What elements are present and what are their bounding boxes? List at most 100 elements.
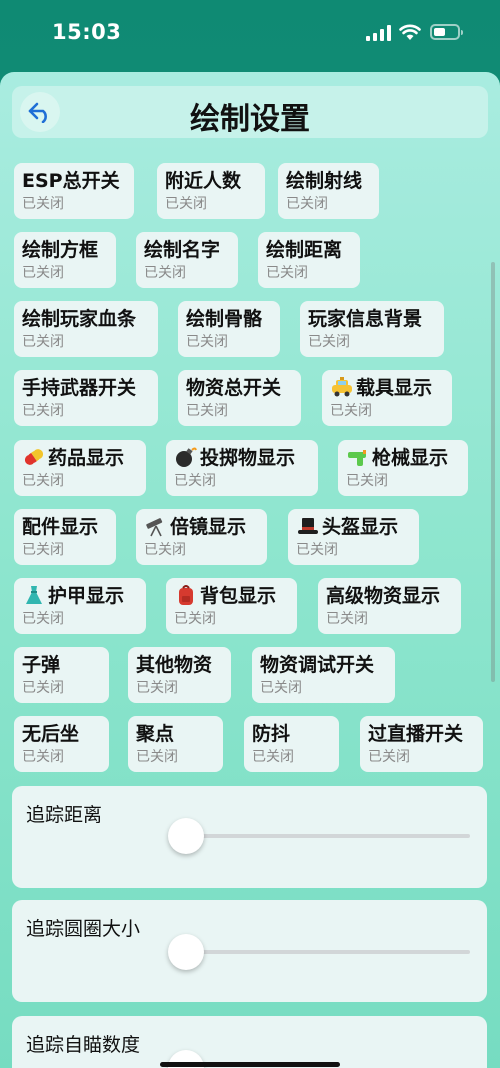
toggle-label: 过直播开关 (368, 722, 483, 746)
toggle-label-text: 绘制距离 (266, 239, 343, 261)
toggle-label: 绘制射线 (286, 169, 379, 193)
status-time: 15:03 (52, 20, 122, 44)
toggle-tile[interactable]: 绘制距离 已关闭 (258, 232, 360, 288)
toggle-tile[interactable]: 倍镜显示 已关闭 (136, 509, 267, 565)
status-bar: 15:03 (0, 0, 500, 70)
toggle-label: 枪械显示 (346, 446, 468, 470)
wifi-icon (399, 24, 421, 40)
toggle-tile[interactable]: 绘制玩家血条 已关闭 (14, 301, 158, 357)
taxi-icon (332, 377, 352, 397)
toggle-state: 已关闭 (22, 473, 64, 489)
toggle-tile[interactable]: 过直播开关 已关闭 (360, 716, 483, 772)
toggle-tile[interactable]: 绘制射线 已关闭 (278, 163, 379, 219)
toggle-label-text: 护甲显示 (48, 585, 125, 607)
toggle-tile[interactable]: 配件显示 已关闭 (14, 509, 116, 565)
toggle-label-text: 附近人数 (165, 170, 242, 192)
toggle-label: 药品显示 (22, 446, 146, 470)
toggle-state: 已关闭 (22, 403, 64, 419)
toggle-state: 已关闭 (368, 749, 410, 765)
toggle-label-text: 头盔显示 (322, 516, 399, 538)
toggle-tile[interactable]: 头盔显示 已关闭 (288, 509, 419, 565)
toggle-label-text: 玩家信息背景 (308, 308, 423, 330)
toggle-label: 倍镜显示 (144, 515, 267, 539)
toggle-state: 已关闭 (326, 611, 368, 627)
toggle-label-text: 过直播开关 (368, 723, 464, 745)
toggle-label: 投掷物显示 (174, 446, 318, 470)
toggle-state: 已关闭 (22, 749, 64, 765)
toggle-label: 头盔显示 (296, 515, 419, 539)
header-bar: 绘制设置 (12, 86, 488, 138)
toggle-label-text: 绘制玩家血条 (22, 308, 137, 330)
toggle-label: 其他物资 (136, 653, 231, 677)
cellular-signal-icon (366, 25, 392, 41)
toggle-state: 已关闭 (22, 680, 64, 696)
toggle-label-text: 载具显示 (356, 377, 433, 399)
pill-icon (24, 449, 44, 465)
toggle-tile[interactable]: ESP总开关 已关闭 (14, 163, 134, 219)
toggle-label-text: 物资调试开关 (260, 654, 375, 676)
toggle-label-text: 投掷物显示 (200, 447, 296, 469)
toggle-tile[interactable]: 物资总开关 已关闭 (178, 370, 301, 426)
toggle-label: 防抖 (252, 722, 339, 746)
toggle-state: 已关闭 (22, 265, 64, 281)
slider-track[interactable] (186, 950, 470, 954)
toggle-tile[interactable]: 聚点 已关闭 (128, 716, 223, 772)
toggle-label-text: 防抖 (252, 723, 291, 745)
backpack-icon (179, 585, 193, 605)
toggle-label: 玩家信息背景 (308, 307, 444, 331)
toggle-tile[interactable]: 背包显示 已关闭 (166, 578, 297, 634)
home-indicator[interactable] (160, 1062, 340, 1067)
settings-panel: 绘制设置 ESP总开关 已关闭 附近人数 已关闭 绘制射线 已关闭 绘制方框 已关闭 绘制名字已… (0, 72, 500, 1068)
toggle-state: 已关闭 (260, 680, 302, 696)
scrollbar[interactable] (491, 262, 495, 682)
toggle-state: 已关闭 (308, 334, 350, 350)
toggle-tile[interactable]: 防抖 已关闭 (244, 716, 339, 772)
toggle-label-text: 绘制方框 (22, 239, 99, 261)
toggle-label: 配件显示 (22, 515, 116, 539)
toggle-state: 已关闭 (286, 196, 328, 212)
toggle-label: 物资调试开关 (260, 653, 395, 677)
toggle-label: 手持武器开关 (22, 376, 158, 400)
toggle-tile[interactable]: 附近人数 已关闭 (157, 163, 265, 219)
toggle-tile[interactable]: 无后坐 已关闭 (14, 716, 109, 772)
slider-knob[interactable] (168, 818, 204, 854)
toggle-label-text: 其他物资 (136, 654, 213, 676)
toggle-tile[interactable]: 玩家信息背景 已关闭 (300, 301, 444, 357)
toggle-tile[interactable]: 手持武器开关 已关闭 (14, 370, 158, 426)
toggle-state: 已关闭 (144, 542, 186, 558)
slider-label: 追踪距离 (26, 804, 103, 826)
toggle-state: 已关闭 (165, 196, 207, 212)
toggle-label: 绘制名字 (144, 238, 238, 262)
toggle-state: 已关闭 (22, 542, 64, 558)
toggle-tile[interactable]: 枪械显示 已关闭 (338, 440, 468, 496)
toggle-tile[interactable]: 高级物资显示 已关闭 (318, 578, 461, 634)
bomb-icon (176, 447, 197, 467)
toggle-tile[interactable]: 物资调试开关 已关闭 (252, 647, 395, 703)
toggle-tile[interactable]: 绘制名字 已关闭 (136, 232, 238, 288)
toggle-tile[interactable]: 子弹 已关闭 (14, 647, 109, 703)
toggle-state: 已关闭 (136, 680, 178, 696)
toggle-tile[interactable]: 载具显示 已关闭 (322, 370, 452, 426)
toggle-tile[interactable]: 绘制骨骼 已关闭 (178, 301, 280, 357)
water-pistol-icon (348, 450, 366, 466)
slider-knob[interactable] (168, 934, 204, 970)
slider-track[interactable] (186, 834, 470, 838)
toggle-tile[interactable]: 其他物资 已关闭 (128, 647, 231, 703)
toggle-label-text: 手持武器开关 (22, 377, 137, 399)
toggle-label: 物资总开关 (186, 376, 301, 400)
toggle-tile[interactable]: 绘制方框 已关闭 (14, 232, 116, 288)
toggle-tile[interactable]: 药品显示 已关闭 (14, 440, 146, 496)
toggle-label: 绘制骨骼 (186, 307, 280, 331)
toggle-tile[interactable]: 投掷物显示已关闭 (166, 440, 318, 496)
toggle-state: 已关闭 (22, 334, 64, 350)
slider-label: 追踪自瞄数度 (26, 1034, 141, 1056)
toggle-state: 已关闭 (174, 473, 216, 489)
top-hat-icon (298, 518, 318, 534)
telescope-icon (146, 518, 163, 537)
battery-icon (430, 24, 463, 40)
toggle-state: 已关闭 (266, 265, 308, 281)
toggle-label-text: 无后坐 (22, 723, 80, 745)
toggle-tile[interactable]: 护甲显示 已关闭 (14, 578, 146, 634)
toggle-state: 已关闭 (136, 749, 178, 765)
toggle-label-text: 聚点 (136, 723, 175, 745)
